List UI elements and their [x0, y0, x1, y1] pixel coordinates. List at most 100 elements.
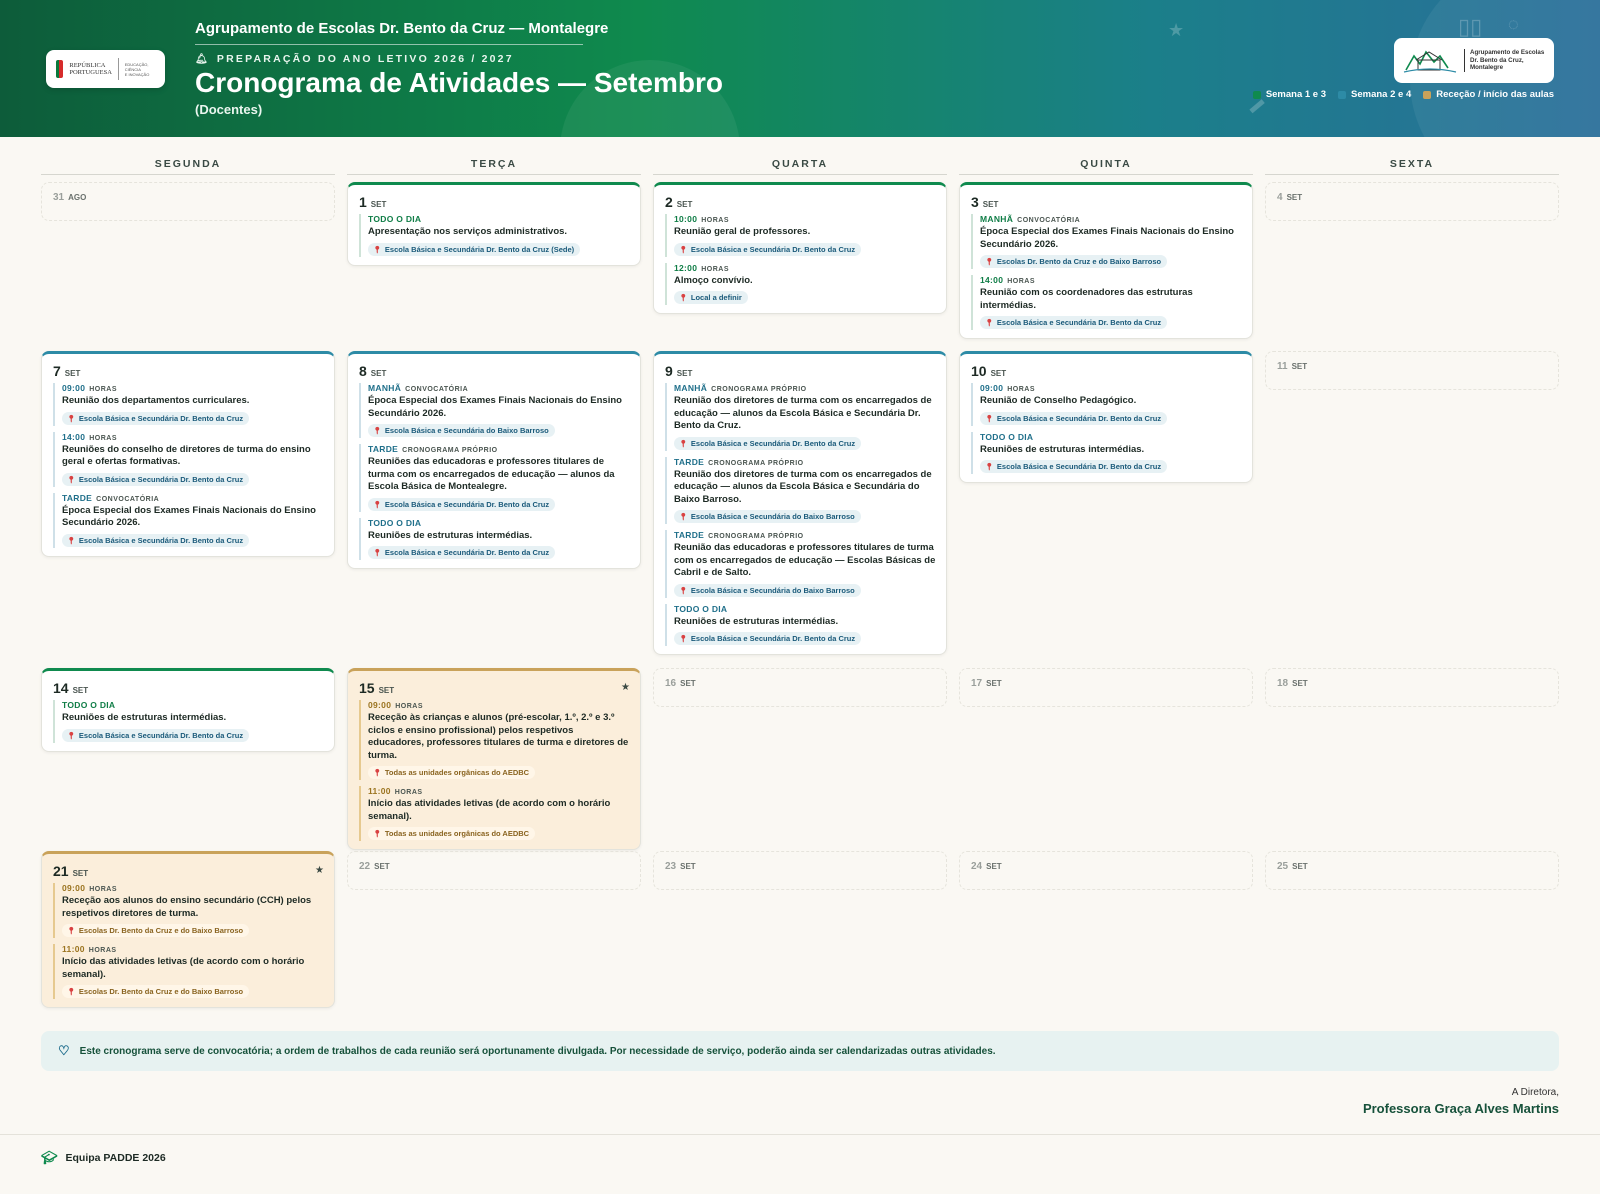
map-pin-icon: 📍︎: [373, 550, 382, 557]
event-kind: CONVOCATÓRIA: [405, 386, 469, 393]
event-item: 10:00 HORAS Reunião geral de professores. 📍…: [665, 214, 936, 257]
day-number: 15 SET: [359, 680, 630, 696]
flag-icon: [56, 60, 64, 78]
star-icon: ★: [621, 682, 630, 693]
day-header-segunda: SEGUNDA: [41, 158, 335, 175]
event-time-value: 09:00: [62, 883, 86, 893]
event-location-text: Escolas Dr. Bento da Cruz e do Baixo Bar…: [78, 926, 244, 935]
event-title: Reunião dos diretores de turma com os en…: [674, 468, 932, 505]
event-item: TARDE CONVOCATÓRIA Época Especial dos Exam…: [53, 492, 324, 548]
event-time: 12:00 HORAS: [674, 263, 936, 273]
day-card: 14 SET TODO O DIA Reuniões de estruturas in…: [41, 668, 335, 752]
legend-item: Semana 2 e 4: [1338, 89, 1411, 100]
event-time: TODO O DIA: [62, 700, 324, 710]
government-logo: REPÚBLICA PORTUGUESA EDUCAÇÃO, CIÊNCIA E…: [46, 50, 165, 88]
event-location-text: Escola Básica e Secundária Dr. Bento da …: [78, 413, 244, 423]
event-location-text: Escola Básica e Secundária do Baixo Barr…: [384, 426, 549, 435]
event-title: Reuniões de estruturas intermédias.: [62, 712, 227, 723]
map-pin-icon: 📍︎: [67, 537, 76, 545]
legend-item: Semana 1 e 3: [1252, 89, 1326, 100]
event-title: Reuniões do conselho de diretores de tur…: [62, 443, 311, 468]
day-number-value: 8: [359, 363, 367, 379]
event-kind: HORAS: [394, 789, 423, 796]
event-item: 12:00 HORAS Almoço convívio. 📍︎ Local a defi…: [665, 262, 936, 305]
event-time-value: TODO O DIA: [980, 431, 1034, 442]
day-month: SET: [64, 369, 81, 378]
map-pin-icon: 📍︎: [67, 928, 76, 935]
event-title: Reuniões de estruturas intermédias.: [674, 615, 839, 627]
school-name: Agrupamento de Escolas Dr. Bento da Cruz…: [195, 20, 609, 37]
event-location: 📍︎ Escola Básica e Secundária Dr. Bento d…: [368, 546, 556, 559]
gov-logo-small: E INOVAÇÃO: [124, 71, 150, 77]
event-time-value: 14:00: [980, 275, 1004, 285]
day-card: 1 SET TODO O DIA Apresentação nos serviços …: [347, 182, 641, 266]
event-title: Reuniões das educadoras e professores ti…: [368, 456, 615, 492]
event-location-text: Escola Básica e Secundária Dr. Bento da …: [78, 474, 244, 484]
day-month: AGO: [68, 193, 87, 202]
day-card: 16 SET: [653, 668, 947, 707]
day-number-value: 11: [1277, 361, 1288, 372]
event-location: 📍︎ Escola Básica e Secundária Dr. Bento d…: [62, 728, 250, 742]
day-number-value: 25: [1277, 861, 1289, 872]
event-item: TARDE CRONOGRAMA PRÓPRIO Reunião dos diret…: [665, 456, 936, 524]
event-kind: CRONOGRAMA PRÓPRIO: [711, 386, 807, 393]
event-title: Início das atividades letivas (de acordo…: [62, 956, 305, 980]
event-location-text: Escola Básica e Secundária Dr. Bento da …: [996, 413, 1162, 423]
event-time-value: TARDE: [368, 444, 399, 454]
event-location-text: Todas as unidades orgânicas do AEDBC: [384, 829, 530, 838]
map-pin-icon: 📍︎: [373, 246, 382, 254]
map-pin-icon: 📍︎: [679, 440, 688, 448]
event-location: 📍︎ Local a definir: [674, 291, 748, 304]
day-number: 9 SET: [665, 363, 936, 379]
event-time: TODO O DIA: [980, 432, 1242, 442]
event-time-value: TODO O DIA: [368, 517, 422, 528]
event-kind: CONVOCATÓRIA: [96, 495, 160, 503]
day-month: SET: [676, 200, 693, 209]
legend-label: Semana 2 e 4: [1351, 89, 1412, 100]
legend-swatch: [1423, 90, 1432, 99]
event-item: TODO O DIA Reuniões de estruturas intermé…: [971, 431, 1242, 474]
event-kind: CRONOGRAMA PRÓPRIO: [708, 459, 804, 467]
event-time-value: 09:00: [368, 700, 392, 710]
event-item: TARDE CRONOGRAMA PRÓPRIO Reunião das educa…: [665, 530, 936, 598]
map-pin-icon: 📍︎: [985, 320, 994, 327]
day-card: 21 SET ★ 09:00 HORAS Receção aos alunos do en…: [41, 851, 335, 1008]
event-kind: HORAS: [701, 217, 730, 224]
event-time-value: TODO O DIA: [368, 214, 422, 224]
event-title: Receção aos alunos do ensino secundário …: [62, 895, 312, 919]
event-time-value: 11:00: [62, 944, 85, 954]
event-time: TARDE CONVOCATÓRIA: [62, 493, 324, 503]
event-kind: CRONOGRAMA PRÓPRIO: [708, 533, 804, 540]
day-card: 10 SET 09:00 HORAS Reunião de Conselho Pedag…: [959, 351, 1253, 483]
day-card: 11 SET: [1265, 351, 1559, 390]
day-number-value: 16: [665, 678, 677, 689]
day-month: SET: [1286, 193, 1303, 202]
event-location-text: Escola Básica e Secundária Dr. Bento da …: [690, 244, 856, 254]
footer-divider: [0, 1134, 1600, 1135]
day-number-value: 4: [1277, 192, 1283, 203]
event-kind: HORAS: [1007, 386, 1036, 393]
day-number: 23 SET: [665, 861, 936, 872]
day-number: 17 SET: [971, 678, 1242, 689]
event-item: MANHÃ CRONOGRAMA PRÓPRIO Reunião dos diret…: [665, 383, 936, 451]
day-number: 22 SET: [359, 861, 630, 872]
day-card: 22 SET: [347, 851, 641, 890]
event-item: 11:00 HORAS Início das atividades letivas …: [53, 944, 324, 999]
event-kind: CONVOCATÓRIA: [1017, 217, 1081, 224]
map-pin-icon: 📍︎: [985, 464, 994, 471]
event-location-text: Escola Básica e Secundária Dr. Bento da …: [690, 438, 856, 448]
event-time-value: TARDE: [674, 530, 705, 540]
team-label: Equipa PADDE 2026: [65, 1152, 166, 1164]
event-time: TODO O DIA: [368, 214, 630, 224]
event-item: 09:00 HORAS Reunião de Conselho Pedagógico…: [971, 383, 1242, 426]
event-time: TODO O DIA: [674, 604, 936, 614]
day-card: 4 SET: [1265, 182, 1559, 221]
event-location-text: Escolas Dr. Bento da Cruz e do Baixo Bar…: [996, 257, 1162, 266]
event-location: 📍︎ Todas as unidades orgânicas do AEDBC: [368, 827, 536, 840]
map-pin-icon: 📍︎: [373, 831, 382, 838]
day-month: SET: [986, 679, 1002, 688]
event-kind: CRONOGRAMA PRÓPRIO: [402, 447, 498, 454]
day-month: SET: [982, 200, 999, 209]
day-number: 25 SET: [1277, 861, 1548, 872]
event-location: 📍︎ Escola Básica e Secundária Dr. Bento d…: [674, 436, 862, 450]
